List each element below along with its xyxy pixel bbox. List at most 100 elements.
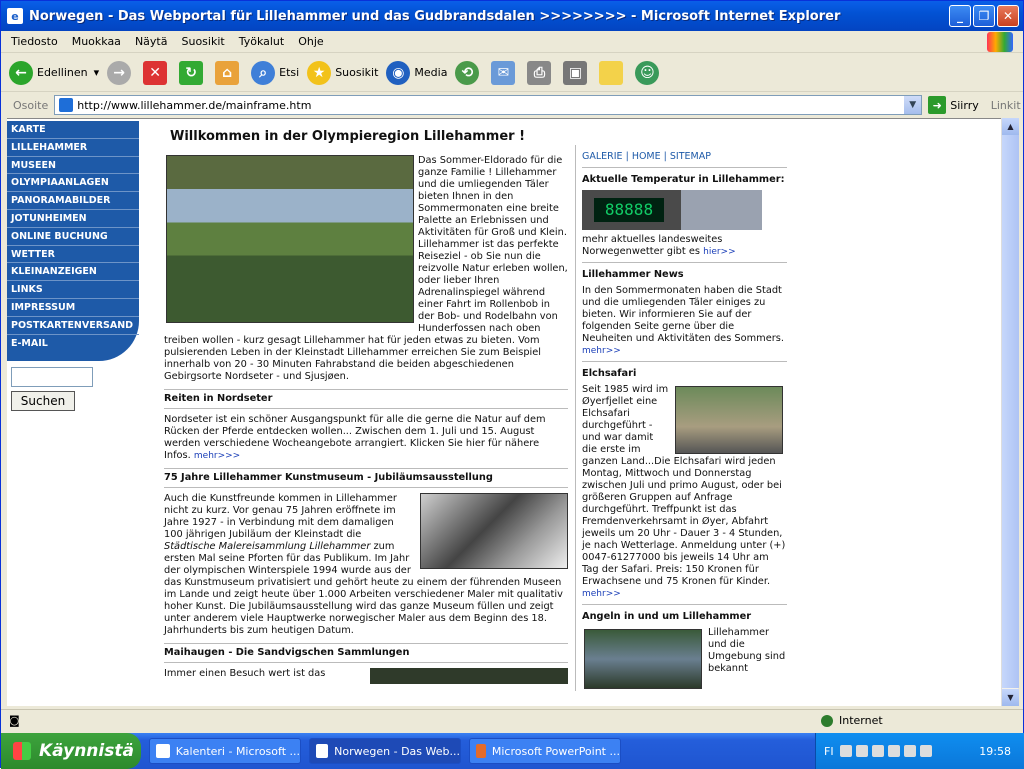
temperature-display: 88888 bbox=[594, 198, 664, 222]
nav-olympiaanlagen[interactable]: OLYMPIAANLAGEN bbox=[7, 174, 139, 193]
nav-lillehammer[interactable]: LILLEHAMMER bbox=[7, 139, 139, 157]
left-navigation: KARTE LILLEHAMMER MUSEEN OLYMPIAANLAGEN … bbox=[7, 121, 139, 361]
menu-file[interactable]: Tiedosto bbox=[11, 35, 58, 48]
start-button[interactable]: Käynnistä bbox=[1, 733, 141, 769]
scroll-down-icon[interactable]: ▼ bbox=[1002, 689, 1019, 706]
address-input[interactable]: http://www.lillehammer.de/mainframe.htm … bbox=[54, 95, 923, 115]
go-button[interactable]: ➜ Siirry bbox=[928, 96, 979, 114]
toolbar: ← Edellinen ▾ → ✕ ↻ ⌂ ⌕ Etsi ★ Suosikit ◉ Med… bbox=[1, 54, 1023, 92]
news-title: Lillehammer News bbox=[582, 269, 684, 280]
menu-help[interactable]: Ohje bbox=[298, 35, 323, 48]
calendar-icon bbox=[156, 744, 170, 758]
main-column: Willkommen in der Olympieregion Lilleham… bbox=[164, 129, 568, 684]
links-button[interactable]: Linkit bbox=[991, 99, 1021, 112]
scroll-up-icon[interactable]: ▲ bbox=[1002, 118, 1019, 135]
forward-arrow-icon: → bbox=[107, 60, 132, 85]
right-column: GALERIE | HOME | SITEMAP Aktuelle Temper… bbox=[575, 145, 787, 691]
address-url: http://www.lillehammer.de/mainframe.htm bbox=[77, 98, 312, 112]
temperature-widget: 88888 bbox=[582, 190, 762, 230]
home-icon: ⌂ bbox=[215, 60, 240, 85]
nav-jotunheimen[interactable]: JOTUNHEIMEN bbox=[7, 210, 139, 228]
link-home[interactable]: HOME bbox=[632, 151, 661, 162]
favorites-button[interactable]: ★ Suosikit bbox=[307, 60, 378, 85]
address-dropdown-button[interactable]: ▼ bbox=[904, 96, 922, 114]
minimize-button[interactable]: _ bbox=[949, 5, 971, 27]
nav-email[interactable]: E-MAIL bbox=[7, 335, 139, 353]
page-title: Willkommen in der Olympieregion Lilleham… bbox=[170, 129, 525, 144]
windows-logo-icon bbox=[987, 32, 1013, 52]
back-button[interactable]: ← Edellinen ▾ bbox=[9, 60, 99, 85]
nav-links[interactable]: LINKS bbox=[7, 281, 139, 299]
mail-icon: ✉ bbox=[491, 60, 516, 85]
site-search-button[interactable]: Suchen bbox=[11, 391, 75, 411]
clock: 19:58 bbox=[979, 744, 1011, 758]
news-more-link[interactable]: mehr>> bbox=[582, 346, 621, 356]
system-tray: FI 19:58 bbox=[815, 733, 1024, 769]
vertical-scrollbar[interactable]: ▲ ▼ bbox=[1001, 118, 1019, 706]
scroll-thumb[interactable] bbox=[1002, 135, 1019, 688]
mail-button[interactable]: ✉ bbox=[491, 60, 519, 85]
refresh-button[interactable]: ↻ bbox=[179, 60, 207, 85]
search-icon: ⌕ bbox=[251, 60, 276, 85]
nav-panoramabilder[interactable]: PANORAMABILDER bbox=[7, 192, 139, 210]
menu-view[interactable]: Näytä bbox=[135, 35, 168, 48]
site-search-input[interactable] bbox=[11, 367, 93, 387]
elchsafari-more-link[interactable]: mehr>> bbox=[582, 589, 621, 599]
powerpoint-icon bbox=[476, 744, 486, 758]
print-button[interactable]: ⎙ bbox=[527, 60, 555, 85]
star-icon: ★ bbox=[307, 60, 332, 85]
taskbar: Käynnistä Kalenteri - Microsoft ... Norw… bbox=[1, 733, 1024, 769]
search-button[interactable]: ⌕ Etsi bbox=[251, 60, 299, 85]
page-status-icon: ◙ bbox=[9, 714, 20, 727]
ie-task-icon bbox=[316, 744, 329, 758]
back-arrow-icon: ← bbox=[9, 60, 33, 85]
messenger-button[interactable]: ☺ bbox=[635, 60, 663, 85]
menu-edit[interactable]: Muokkaa bbox=[72, 35, 121, 48]
top-links: GALERIE | HOME | SITEMAP bbox=[582, 145, 787, 168]
nav-impressum[interactable]: IMPRESSUM bbox=[7, 299, 139, 317]
menu-bar: Tiedosto Muokkaa Näytä Suosikit Työkalut… bbox=[1, 31, 1023, 53]
go-arrow-icon: ➜ bbox=[928, 96, 947, 114]
menu-favorites[interactable]: Suosikit bbox=[181, 35, 224, 48]
browser-window: e Norwegen - Das Webportal für Lillehamm… bbox=[0, 0, 1024, 769]
task-calendar[interactable]: Kalenteri - Microsoft ... bbox=[149, 738, 301, 764]
section-title-reiten: Reiten in Nordseter bbox=[164, 389, 568, 409]
close-button[interactable]: ✕ bbox=[997, 5, 1019, 27]
globe-icon bbox=[821, 714, 833, 727]
nav-museen[interactable]: MUSEEN bbox=[7, 157, 139, 175]
section-title-kunstmuseum: 75 Jahre Lillehammer Kunstmuseum - Jubil… bbox=[164, 468, 568, 488]
link-sitemap[interactable]: SITEMAP bbox=[670, 151, 711, 162]
edit-icon: ▣ bbox=[563, 60, 588, 85]
title-bar: e Norwegen - Das Webportal für Lillehamm… bbox=[1, 1, 1023, 31]
refresh-icon: ↻ bbox=[179, 60, 204, 85]
address-bar: Osoite http://www.lillehammer.de/mainfra… bbox=[1, 93, 1023, 117]
angeln-title: Angeln in und um Lillehammer bbox=[582, 611, 752, 622]
security-zone: Internet bbox=[821, 714, 883, 727]
messenger-icon: ☺ bbox=[635, 60, 660, 85]
stop-button[interactable]: ✕ bbox=[143, 60, 171, 85]
notes-button[interactable] bbox=[599, 60, 627, 85]
home-button[interactable]: ⌂ bbox=[215, 60, 243, 85]
nav-postkartenversand[interactable]: POSTKARTENVERSAND bbox=[7, 317, 139, 335]
maximize-button[interactable]: ❐ bbox=[973, 5, 995, 27]
forward-button[interactable]: → bbox=[107, 60, 135, 85]
menu-tools[interactable]: Työkalut bbox=[239, 35, 285, 48]
nav-online-buchung[interactable]: ONLINE BUCHUNG bbox=[7, 228, 139, 246]
elchsafari-photo bbox=[675, 386, 783, 454]
task-powerpoint[interactable]: Microsoft PowerPoint ... bbox=[469, 738, 621, 764]
museum-photo bbox=[420, 493, 568, 569]
history-button[interactable]: ⟲ bbox=[455, 60, 483, 85]
media-button[interactable]: ◉ Media bbox=[386, 60, 447, 85]
weather-link[interactable]: hier>> bbox=[703, 247, 736, 257]
language-indicator[interactable]: FI bbox=[824, 745, 834, 758]
edit-button[interactable]: ▣ bbox=[563, 60, 591, 85]
angeln-photo bbox=[584, 629, 702, 689]
link-galerie[interactable]: GALERIE bbox=[582, 151, 623, 162]
maihaugen-photo bbox=[370, 668, 568, 684]
task-browser[interactable]: Norwegen - Das Web... bbox=[309, 738, 461, 764]
notes-icon bbox=[599, 60, 624, 85]
nav-kleinanzeigen[interactable]: KLEINANZEIGEN bbox=[7, 263, 139, 282]
reiten-more-link[interactable]: mehr>>> bbox=[194, 451, 240, 461]
nav-wetter[interactable]: WETTER bbox=[7, 246, 139, 264]
nav-karte[interactable]: KARTE bbox=[7, 121, 139, 139]
